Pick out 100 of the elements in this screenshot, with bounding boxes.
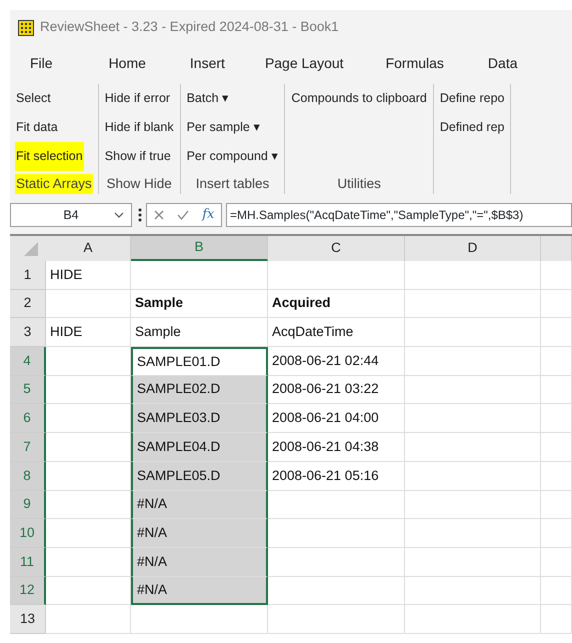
table-cell[interactable] [46, 548, 131, 577]
table-cell[interactable] [405, 605, 541, 634]
table-cell[interactable] [405, 376, 541, 404]
table-cell[interactable] [268, 576, 405, 606]
menu-tab[interactable]: Home [108, 53, 146, 74]
table-cell[interactable] [405, 318, 541, 348]
table-cell[interactable] [541, 318, 572, 348]
row-header[interactable]: 1 [10, 261, 46, 290]
ribbon-button[interactable]: Compounds to clipboard [290, 84, 428, 113]
table-cell[interactable] [46, 376, 131, 404]
table-cell[interactable] [541, 576, 572, 606]
table-cell[interactable] [46, 519, 131, 548]
row-header[interactable]: 12 [10, 576, 46, 606]
table-cell[interactable] [405, 576, 541, 606]
column-header[interactable]: B [131, 236, 268, 261]
row-header[interactable]: 7 [10, 433, 46, 462]
table-cell[interactable] [268, 261, 405, 290]
table-cell[interactable] [46, 605, 131, 634]
row-header[interactable]: 4 [10, 347, 46, 376]
table-cell[interactable]: 2008-06-21 04:38 [268, 433, 405, 462]
table-cell[interactable]: 2008-06-21 03:22 [268, 376, 405, 404]
insert-function-button[interactable]: fx [202, 205, 214, 225]
table-cell[interactable] [131, 261, 268, 290]
ribbon-button[interactable]: Fit data [15, 113, 59, 142]
ribbon-button[interactable]: Hide if error [104, 84, 172, 113]
cancel-icon[interactable] [154, 210, 164, 220]
table-cell[interactable]: AcqDateTime [268, 318, 405, 348]
ribbon-button[interactable]: Batch ▾ [186, 84, 230, 113]
table-cell[interactable]: Sample [131, 290, 268, 318]
table-cell[interactable] [405, 261, 541, 290]
table-cell[interactable]: HIDE [46, 318, 131, 348]
row-header[interactable]: 3 [10, 318, 46, 348]
row-header[interactable]: 6 [10, 404, 46, 434]
table-cell[interactable]: #N/A [131, 519, 268, 548]
table-cell[interactable] [405, 519, 541, 548]
table-cell[interactable] [541, 490, 572, 520]
column-header[interactable]: C [268, 236, 405, 261]
check-icon[interactable] [176, 210, 189, 220]
ribbon-button[interactable]: Fit selection [15, 142, 84, 171]
table-cell[interactable] [268, 548, 405, 577]
table-cell[interactable]: #N/A [131, 548, 268, 577]
row-header[interactable]: 10 [10, 519, 46, 548]
ribbon-button[interactable]: Defined rep [438, 113, 506, 142]
table-cell[interactable] [541, 376, 572, 404]
table-cell[interactable]: Acquired [268, 290, 405, 318]
table-cell[interactable] [541, 548, 572, 577]
menu-tab[interactable]: Insert [190, 53, 225, 74]
name-box[interactable]: B4 [10, 203, 132, 227]
table-cell[interactable] [405, 462, 541, 490]
table-cell[interactable] [541, 290, 572, 318]
table-cell[interactable] [541, 462, 572, 490]
table-cell[interactable]: SAMPLE05.D [131, 462, 268, 490]
table-cell[interactable]: 2008-06-21 04:00 [268, 404, 405, 434]
table-cell[interactable]: HIDE [46, 261, 131, 290]
table-cell[interactable] [541, 261, 572, 290]
column-header[interactable]: A [46, 236, 131, 261]
dropdown-caret-icon[interactable] [114, 212, 124, 218]
table-cell[interactable] [46, 404, 131, 434]
column-header[interactable]: D [405, 236, 541, 261]
table-cell[interactable] [541, 605, 572, 634]
ribbon-button[interactable]: Per sample ▾ [186, 113, 262, 142]
table-cell[interactable]: Sample [131, 318, 268, 348]
menu-tab[interactable]: File [30, 53, 53, 74]
table-cell[interactable]: #N/A [131, 576, 268, 606]
table-cell[interactable] [46, 462, 131, 490]
menu-tab[interactable]: Formulas [386, 53, 444, 74]
table-cell[interactable]: #N/A [131, 490, 268, 520]
table-cell[interactable] [268, 605, 405, 634]
row-header[interactable]: 11 [10, 548, 46, 577]
table-cell[interactable]: SAMPLE04.D [131, 433, 268, 462]
ribbon-button[interactable]: Per compound ▾ [186, 142, 280, 171]
table-cell[interactable] [131, 605, 268, 634]
row-header[interactable]: 9 [10, 490, 46, 520]
table-cell[interactable] [268, 519, 405, 548]
formula-field[interactable]: =MH.Samples("AcqDateTime","SampleType","=",$B$3) [226, 203, 572, 227]
table-cell[interactable]: 2008-06-21 05:16 [268, 462, 405, 490]
row-header[interactable]: 13 [10, 605, 46, 634]
table-cell[interactable] [405, 404, 541, 434]
row-header[interactable]: 2 [10, 290, 46, 318]
row-header[interactable]: 8 [10, 462, 46, 490]
column-header[interactable] [541, 236, 572, 261]
table-cell[interactable]: SAMPLE01.D [131, 347, 268, 376]
table-cell[interactable] [46, 290, 131, 318]
table-cell[interactable] [405, 290, 541, 318]
table-cell[interactable] [46, 347, 131, 376]
ribbon-button[interactable]: Select [15, 84, 52, 113]
table-cell[interactable] [268, 490, 405, 520]
ribbon-button[interactable]: Define repo [438, 84, 506, 113]
table-cell[interactable] [46, 576, 131, 606]
row-header[interactable]: 5 [10, 376, 46, 404]
menu-tab[interactable]: Page Layout [264, 53, 344, 74]
table-cell[interactable] [405, 347, 541, 376]
table-cell[interactable] [46, 433, 131, 462]
table-cell[interactable]: SAMPLE03.D [131, 404, 268, 434]
ribbon-button[interactable]: Show if true [104, 142, 172, 171]
ribbon-button[interactable]: Hide if blank [104, 113, 175, 142]
table-cell[interactable] [405, 548, 541, 577]
table-cell[interactable] [541, 433, 572, 462]
table-cell[interactable] [405, 490, 541, 520]
table-cell[interactable]: SAMPLE02.D [131, 376, 268, 404]
